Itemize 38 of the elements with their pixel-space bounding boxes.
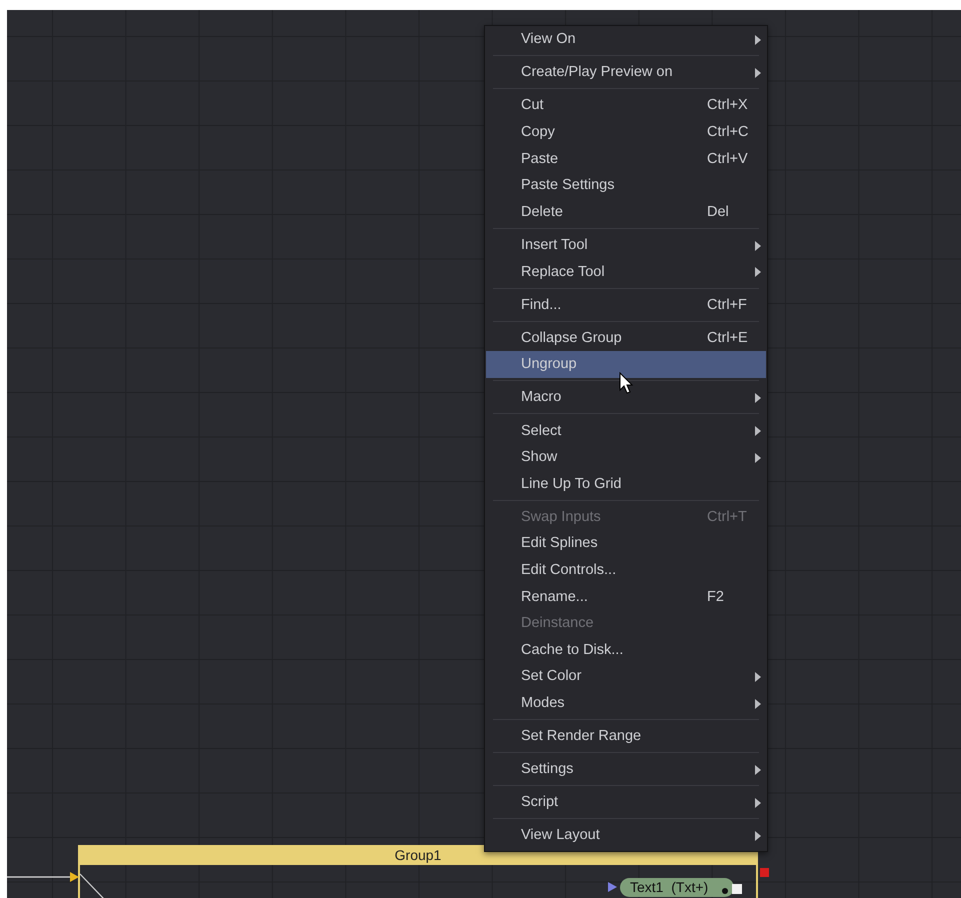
menu-item[interactable]: Set Color: [486, 663, 766, 690]
menu-item[interactable]: Create/Play Preview on: [486, 59, 766, 86]
input-triangle-icon[interactable]: [608, 882, 617, 892]
menu-item[interactable]: Macro: [486, 384, 766, 411]
menu-item[interactable]: Insert Tool: [486, 232, 766, 258]
menu-item[interactable]: Cache to Disk...: [486, 636, 766, 664]
shortcut-label: Del: [707, 204, 729, 220]
menu-item[interactable]: Rename... F2: [486, 583, 766, 610]
menu-item[interactable]: Show: [486, 444, 766, 470]
menu-item[interactable]: Copy Ctrl+C: [486, 118, 766, 146]
shortcut-label: Ctrl+C: [707, 124, 748, 140]
cursor-icon: [619, 372, 634, 395]
shortcut-label: Ctrl+V: [707, 150, 748, 167]
menu-item[interactable]: Line Up To Grid: [486, 470, 766, 497]
menu-item[interactable]: Paste Settings: [486, 172, 766, 199]
menu-item[interactable]: Modes: [486, 690, 766, 716]
menu-item[interactable]: Collapse Group Ctrl+E: [486, 324, 766, 352]
shortcut-label: F2: [707, 588, 724, 605]
shortcut-label: Ctrl+T: [707, 508, 747, 525]
tool-node[interactable]: Text1 (Txt+): [620, 878, 734, 897]
shortcut-label: Ctrl+X: [707, 97, 748, 114]
menu-item[interactable]: Find... Ctrl+F: [486, 291, 766, 318]
menu-item[interactable]: Ungroup: [486, 351, 766, 378]
menu-item[interactable]: Paste Ctrl+V: [486, 145, 766, 172]
shortcut-label: Ctrl+F: [707, 296, 747, 313]
menu-item[interactable]: Delete Del: [486, 198, 766, 226]
menu-item[interactable]: Settings: [486, 756, 766, 782]
node-output-port[interactable]: [732, 884, 742, 894]
group-title: Group1: [394, 846, 442, 864]
menu-item[interactable]: Select: [486, 417, 766, 444]
menu-item[interactable]: Edit Controls...: [486, 556, 766, 584]
menu-item[interactable]: Edit Splines: [486, 530, 766, 557]
shortcut-label: Ctrl+E: [707, 330, 748, 346]
menu-item[interactable]: Cut Ctrl+X: [486, 92, 766, 119]
menu-item[interactable]: View On: [486, 26, 766, 53]
menu-item[interactable]: Script: [486, 788, 766, 816]
menu-item[interactable]: Replace Tool: [486, 258, 766, 285]
menu-item[interactable]: Set Render Range: [486, 722, 766, 750]
